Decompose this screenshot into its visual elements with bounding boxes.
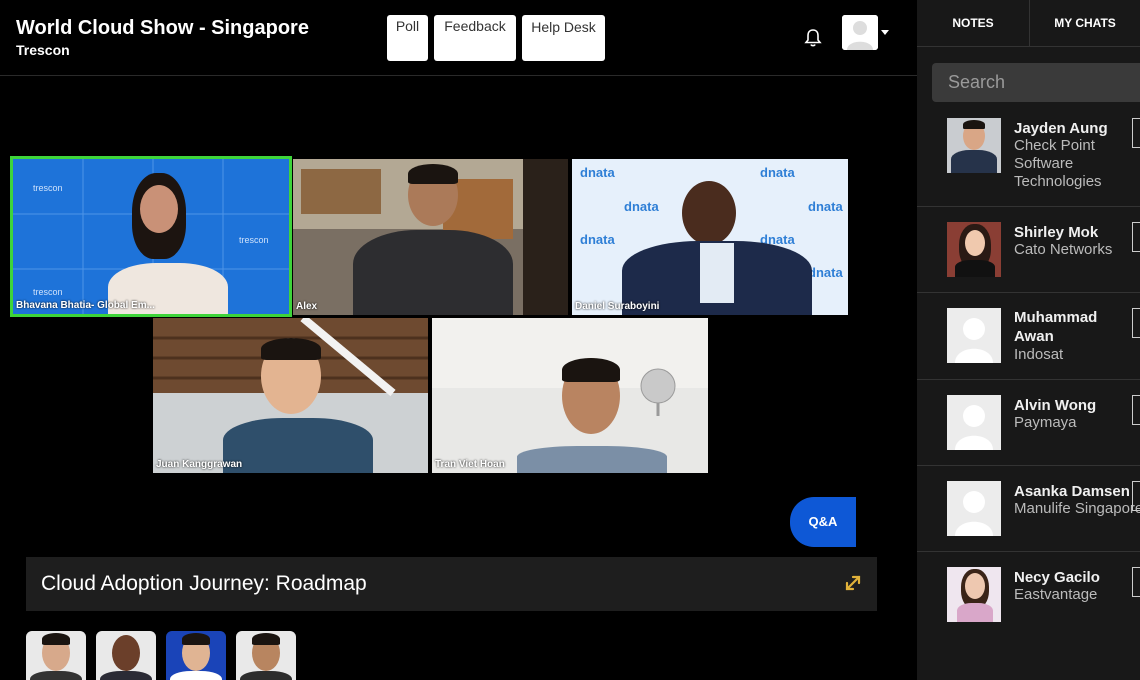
contact-item[interactable]: Necy Gacilo Eastvantage	[917, 552, 1140, 638]
qa-button[interactable]: Q&A	[790, 497, 856, 547]
speaker-avatar[interactable]	[96, 631, 156, 680]
contact-name: Alvin Wong	[1014, 397, 1097, 414]
participant-video	[622, 181, 812, 315]
participant-name: Bhavana Bhatia- Global Em...	[16, 300, 155, 311]
contact-company: Check Point	[1014, 137, 1095, 154]
backdrop-label: dnata	[760, 165, 795, 180]
contact-name: Muhammad	[1014, 309, 1098, 326]
contact-item[interactable]: Alvin Wong Paymaya	[917, 380, 1140, 466]
contact-company: Manulife Singapore	[1014, 500, 1140, 517]
avatar-placeholder-icon	[955, 318, 993, 363]
contact-company: Software	[1014, 155, 1074, 172]
contact-item[interactable]: Muhammad Awan Indosat	[917, 293, 1140, 380]
chat-action-button[interactable]	[1132, 118, 1140, 148]
contact-avatar	[947, 395, 1001, 450]
chevron-down-icon[interactable]	[881, 30, 889, 35]
chat-panel: NOTES MY CHATS Jayden Aung Check Point S…	[917, 0, 1140, 680]
feedback-button[interactable]: Feedback	[434, 15, 516, 61]
contact-name: Jayden Aung	[1014, 120, 1108, 137]
chat-action-button[interactable]	[1132, 222, 1140, 252]
session-title: Cloud Adoption Journey: Roadmap	[41, 572, 367, 595]
chat-action-button[interactable]	[1132, 481, 1140, 511]
contact-name: Shirley Mok	[1014, 224, 1099, 241]
user-avatar-button[interactable]	[842, 15, 878, 50]
event-title: World Cloud Show - Singapore	[16, 17, 309, 39]
bell-icon[interactable]	[804, 28, 822, 48]
participant-name: Daniel Suraboyini	[575, 301, 660, 312]
participant-name: Alex	[296, 301, 318, 312]
backdrop-label: dnata	[580, 232, 615, 247]
participant-name: Juan Kanggrawan	[156, 459, 243, 470]
backdrop-label: dnata	[580, 165, 615, 180]
speaker-avatar[interactable]	[166, 631, 226, 680]
search-input[interactable]	[932, 63, 1140, 102]
poll-button[interactable]: Poll	[387, 15, 428, 61]
event-organizer: Trescon	[16, 42, 70, 58]
chat-action-button[interactable]	[1132, 567, 1140, 597]
chat-action-button[interactable]	[1132, 395, 1140, 425]
backdrop-label: trescon	[33, 287, 63, 297]
contact-item[interactable]: Shirley Mok Cato Networks	[917, 207, 1140, 293]
contact-company: Cato Networks	[1014, 241, 1113, 258]
contact-avatar	[947, 567, 1001, 622]
backdrop-label: trescon	[33, 183, 63, 193]
participant-video	[223, 338, 373, 473]
avatar-placeholder-icon	[842, 15, 878, 50]
participant-video	[353, 164, 513, 315]
contact-item[interactable]: Asanka Damsen Manulife Singapore	[917, 466, 1140, 552]
panel-tabs: NOTES MY CHATS	[917, 0, 1140, 47]
contact-company: Eastvantage	[1014, 586, 1098, 603]
contact-avatar	[947, 481, 1001, 536]
contact-company: Indosat	[1014, 346, 1064, 363]
doorway	[523, 159, 568, 315]
video-tile-active-speaker[interactable]: trescon trescon trescon Bhavana Bhatia- …	[10, 156, 292, 317]
video-tile[interactable]: dnata dnata dnata dnata dnata dnata dnat…	[572, 159, 848, 315]
backdrop-label: dnata	[808, 199, 843, 214]
help-desk-button[interactable]: Help Desk	[522, 15, 605, 61]
app-header: World Cloud Show - Singapore Trescon Pol…	[0, 0, 917, 76]
contact-name: Necy Gacilo	[1014, 569, 1100, 586]
participant-video	[108, 173, 228, 314]
video-tile[interactable]: Tran Viet Hoan	[432, 318, 708, 473]
backdrop-label: trescon	[239, 235, 269, 245]
session-title-bar: Cloud Adoption Journey: Roadmap	[26, 557, 877, 611]
tab-notes[interactable]: NOTES	[917, 0, 1029, 46]
speaker-avatar[interactable]	[26, 631, 86, 680]
avatar-placeholder-icon	[955, 405, 993, 450]
contact-company: Paymaya	[1014, 414, 1077, 431]
participant-name: Tran Viet Hoan	[435, 459, 505, 470]
video-tile[interactable]: Juan Kanggrawan	[153, 318, 428, 473]
contact-company: Technologies	[1014, 173, 1102, 190]
chat-action-button[interactable]	[1132, 308, 1140, 338]
expand-arrows-icon[interactable]	[843, 573, 863, 593]
backdrop-label: dnata	[808, 265, 843, 280]
speaker-avatar[interactable]	[236, 631, 296, 680]
contact-name: Awan	[1014, 328, 1054, 345]
contact-name: Asanka Damsen	[1014, 483, 1130, 500]
tab-my-chats[interactable]: MY CHATS	[1030, 0, 1140, 46]
contact-avatar	[947, 222, 1001, 277]
contact-avatar	[947, 308, 1001, 363]
contact-avatar	[947, 118, 1001, 173]
video-tile[interactable]: Alex	[293, 159, 568, 315]
contact-item[interactable]: Jayden Aung Check Point Software Technol…	[917, 104, 1140, 207]
avatar-placeholder-icon	[955, 491, 993, 536]
participant-video	[517, 358, 667, 473]
